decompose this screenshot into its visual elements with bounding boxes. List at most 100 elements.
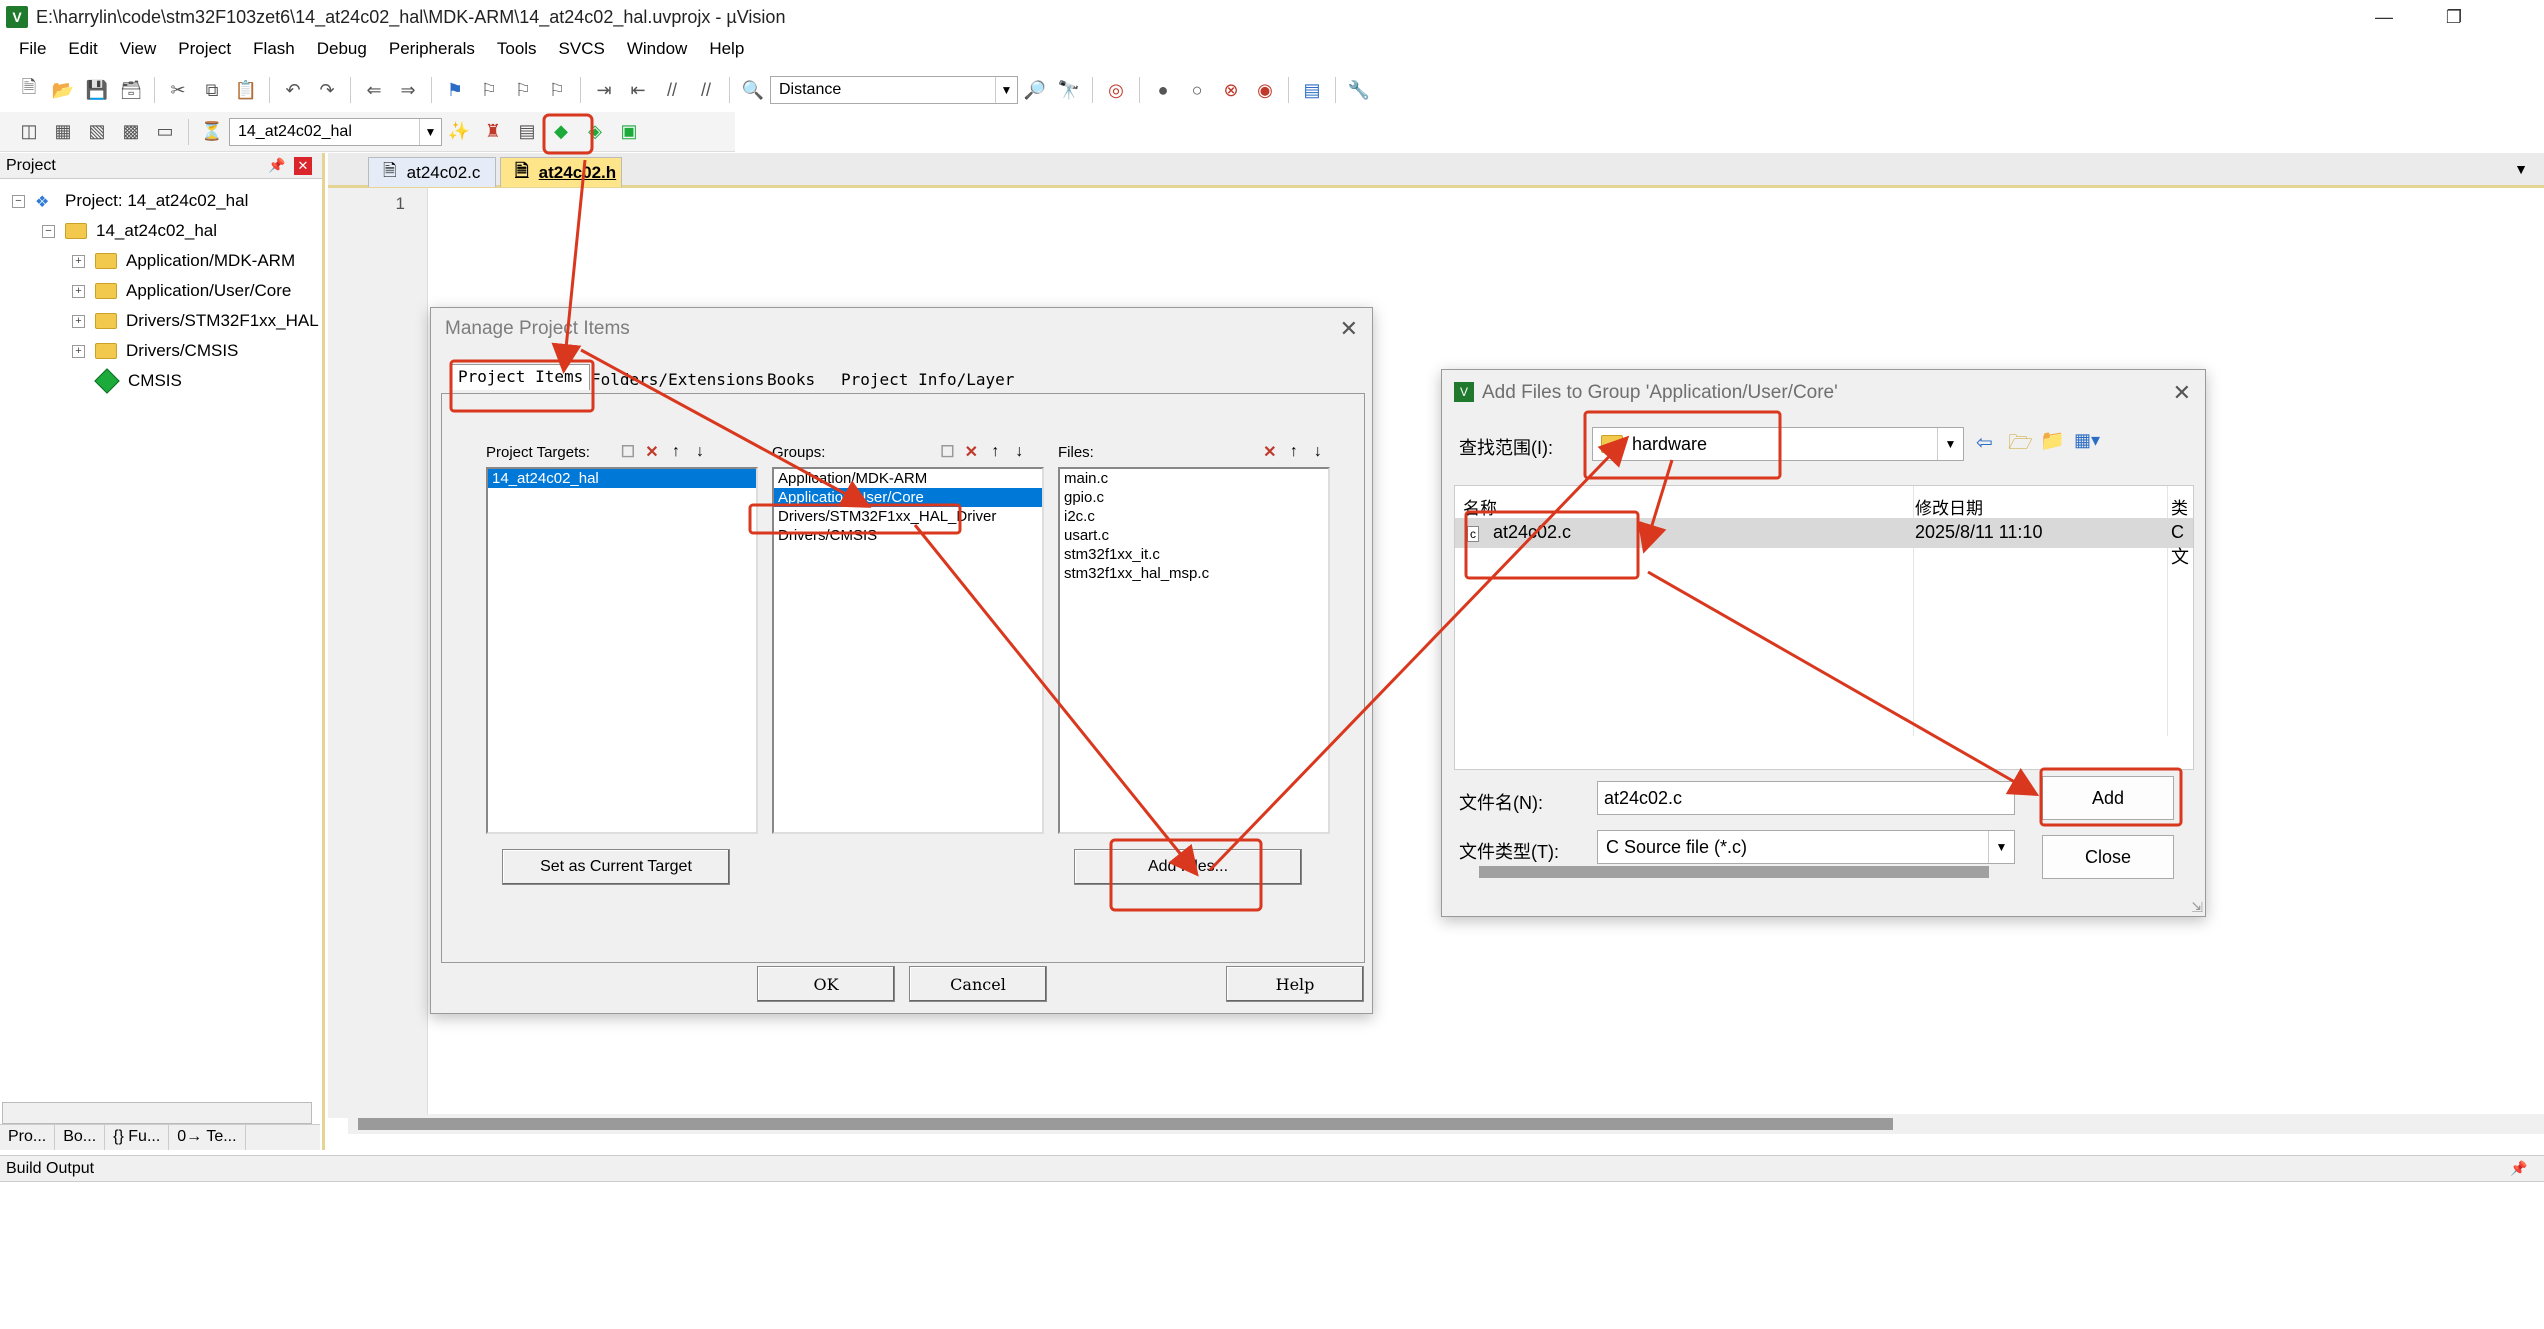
tree-target[interactable]: − 14_at24c02_hal	[42, 219, 217, 243]
batch-build-icon[interactable]: ▩	[117, 118, 145, 146]
tree-group[interactable]: + Application/User/Core	[72, 279, 291, 303]
resize-grip-icon[interactable]: ⇲	[2191, 899, 2203, 916]
file-list[interactable]: 名称 修改日期 类 c at24c02.c 2025/8/11 11:10 C …	[1454, 485, 2194, 878]
translate-icon[interactable]: ◫	[15, 118, 43, 146]
menu-svcs[interactable]: SVCS	[548, 39, 616, 59]
undo-icon[interactable]: ↶	[279, 76, 307, 104]
build-icon[interactable]: ▦	[49, 118, 77, 146]
paste-icon[interactable]: 📋	[232, 76, 260, 104]
list-item[interactable]: i2c.c	[1060, 507, 1328, 526]
move-down-icon[interactable]: ↓	[1306, 440, 1330, 464]
filename-input[interactable]: at24c02.c	[1597, 781, 2015, 815]
tab-project-items[interactable]: Project Items	[451, 364, 591, 390]
add-button[interactable]: Add	[2042, 776, 2174, 820]
menu-view[interactable]: View	[109, 39, 168, 59]
list-item[interactable]: Drivers/CMSIS	[774, 526, 1042, 545]
bookmark-next-icon[interactable]: ⚐	[509, 76, 537, 104]
tree-cmsis[interactable]: CMSIS	[94, 368, 182, 394]
incremental-find-icon[interactable]: 🔎	[1021, 76, 1049, 104]
view-menu-icon[interactable]: ▦▾	[2074, 430, 2100, 451]
files-list[interactable]: main.c gpio.c i2c.c usart.c stm32f1xx_it…	[1058, 467, 1330, 834]
chevron-down-icon[interactable]: ▼	[1988, 831, 2014, 863]
pack-installer-icon[interactable]: ◈	[581, 118, 609, 146]
menu-tools[interactable]: Tools	[486, 39, 548, 59]
move-down-icon[interactable]: ↓	[1007, 440, 1031, 464]
list-item[interactable]: 14_at24c02_hal	[488, 469, 756, 488]
breakpoint-menu-icon[interactable]: ◉	[1251, 76, 1279, 104]
ok-button[interactable]: OK	[757, 966, 895, 1002]
debug-session-icon[interactable]: ◎	[1102, 76, 1130, 104]
back-icon[interactable]: ⇦	[1976, 430, 1993, 455]
options-for-target-icon[interactable]: ✨	[445, 118, 473, 146]
load-icon[interactable]: ▭	[151, 118, 179, 146]
expand-icon[interactable]: +	[72, 254, 85, 268]
list-item[interactable]: usart.c	[1060, 526, 1328, 545]
groups-list[interactable]: Application/MDK-ARM Application/User/Cor…	[772, 467, 1044, 834]
open-file-icon[interactable]: 📂	[49, 76, 77, 104]
file-list-hscrollbar[interactable]	[1479, 866, 1989, 878]
list-item[interactable]: Drivers/STM32F1xx_HAL_Driver	[774, 507, 1042, 526]
unindent-icon[interactable]: ⇤	[624, 76, 652, 104]
redo-icon[interactable]: ↷	[313, 76, 341, 104]
column-date-header[interactable]: 修改日期	[1915, 494, 1983, 519]
new-item-icon[interactable]: ☐	[616, 440, 640, 464]
column-type-header[interactable]: 类	[2171, 494, 2188, 519]
chevron-down-icon[interactable]: ▼	[419, 118, 441, 145]
tab-templates[interactable]: 0→ Te...	[169, 1125, 246, 1150]
list-item[interactable]: gpio.c	[1060, 488, 1328, 507]
scroll-thumb[interactable]	[358, 1118, 1893, 1130]
save-all-icon[interactable]: 🗃	[117, 76, 145, 104]
set-as-current-target-button[interactable]: Set as Current Target	[502, 849, 730, 885]
menu-peripherals[interactable]: Peripherals	[378, 39, 486, 59]
tab-project[interactable]: Pro...	[0, 1125, 56, 1150]
expand-icon[interactable]: +	[72, 284, 85, 298]
expand-icon[interactable]: +	[72, 314, 85, 328]
targets-list[interactable]: 14_at24c02_hal	[486, 467, 758, 834]
copy-icon[interactable]: ⧉	[198, 76, 226, 104]
event-recorder-icon[interactable]: ▣	[615, 118, 643, 146]
download-icon[interactable]: ⏳	[198, 118, 226, 146]
tab-list-dropdown-icon[interactable]: ▼	[2514, 161, 2528, 177]
up-folder-icon[interactable]: 🗁	[2008, 428, 2033, 462]
chevron-down-icon[interactable]: ▼	[995, 77, 1017, 103]
menu-window[interactable]: Window	[616, 39, 698, 59]
file-row[interactable]: c at24c02.c 2025/8/11 11:10 C 文	[1455, 518, 2193, 567]
collapse-icon[interactable]: −	[12, 194, 25, 208]
chevron-down-icon[interactable]: ▼	[1937, 428, 1963, 460]
tree-group[interactable]: + Drivers/STM32F1xx_HAL	[72, 309, 319, 333]
close-icon[interactable]: ✕	[1340, 316, 1358, 342]
menu-debug[interactable]: Debug	[306, 39, 378, 59]
window-layout-icon[interactable]: ▤	[1298, 76, 1326, 104]
expand-icon[interactable]: +	[72, 344, 85, 358]
new-folder-icon[interactable]: 📁	[2040, 428, 2065, 453]
move-up-icon[interactable]: ↑	[983, 440, 1007, 464]
project-hscrollbar[interactable]	[2, 1102, 312, 1124]
breakpoint-disable-icon[interactable]: ○	[1183, 76, 1211, 104]
bookmark-icon[interactable]: ⚑	[441, 76, 469, 104]
nav-back-icon[interactable]: ⇐	[360, 76, 388, 104]
cut-icon[interactable]: ✂	[164, 76, 192, 104]
tab-functions[interactable]: {} Fu...	[105, 1125, 170, 1150]
breakpoint-insert-icon[interactable]: ●	[1149, 76, 1177, 104]
add-files-button[interactable]: Add Files...	[1074, 849, 1302, 885]
bookmark-prev-icon[interactable]: ⚐	[475, 76, 503, 104]
indent-icon[interactable]: ⇥	[590, 76, 618, 104]
rebuild-icon[interactable]: ▧	[83, 118, 111, 146]
delete-icon[interactable]: ✕	[640, 440, 664, 464]
close-icon[interactable]: ✕	[294, 157, 312, 175]
find-icon[interactable]: 🔭	[1055, 76, 1083, 104]
cancel-button[interactable]: Cancel	[909, 966, 1047, 1002]
tab-folders-extensions[interactable]: Folders/Extensions	[585, 368, 770, 394]
column-name-header[interactable]: 名称	[1463, 494, 1497, 519]
delete-icon[interactable]: ✕	[1258, 440, 1282, 464]
comment-icon[interactable]: //	[658, 76, 686, 104]
menu-edit[interactable]: Edit	[57, 39, 108, 59]
tree-project-root[interactable]: − ❖ Project: 14_at24c02_hal	[12, 189, 248, 213]
tab-books[interactable]: Books	[761, 368, 821, 394]
move-down-icon[interactable]: ↓	[688, 440, 712, 464]
find-combo[interactable]: Distance ▼	[770, 76, 1018, 104]
find-in-files-icon[interactable]: 🔍	[739, 76, 767, 104]
help-button[interactable]: Help	[1226, 966, 1364, 1002]
target-combo[interactable]: 14_at24c02_hal ▼	[229, 117, 442, 146]
tab-project-info-layer[interactable]: Project Info/Layer	[835, 368, 1020, 394]
